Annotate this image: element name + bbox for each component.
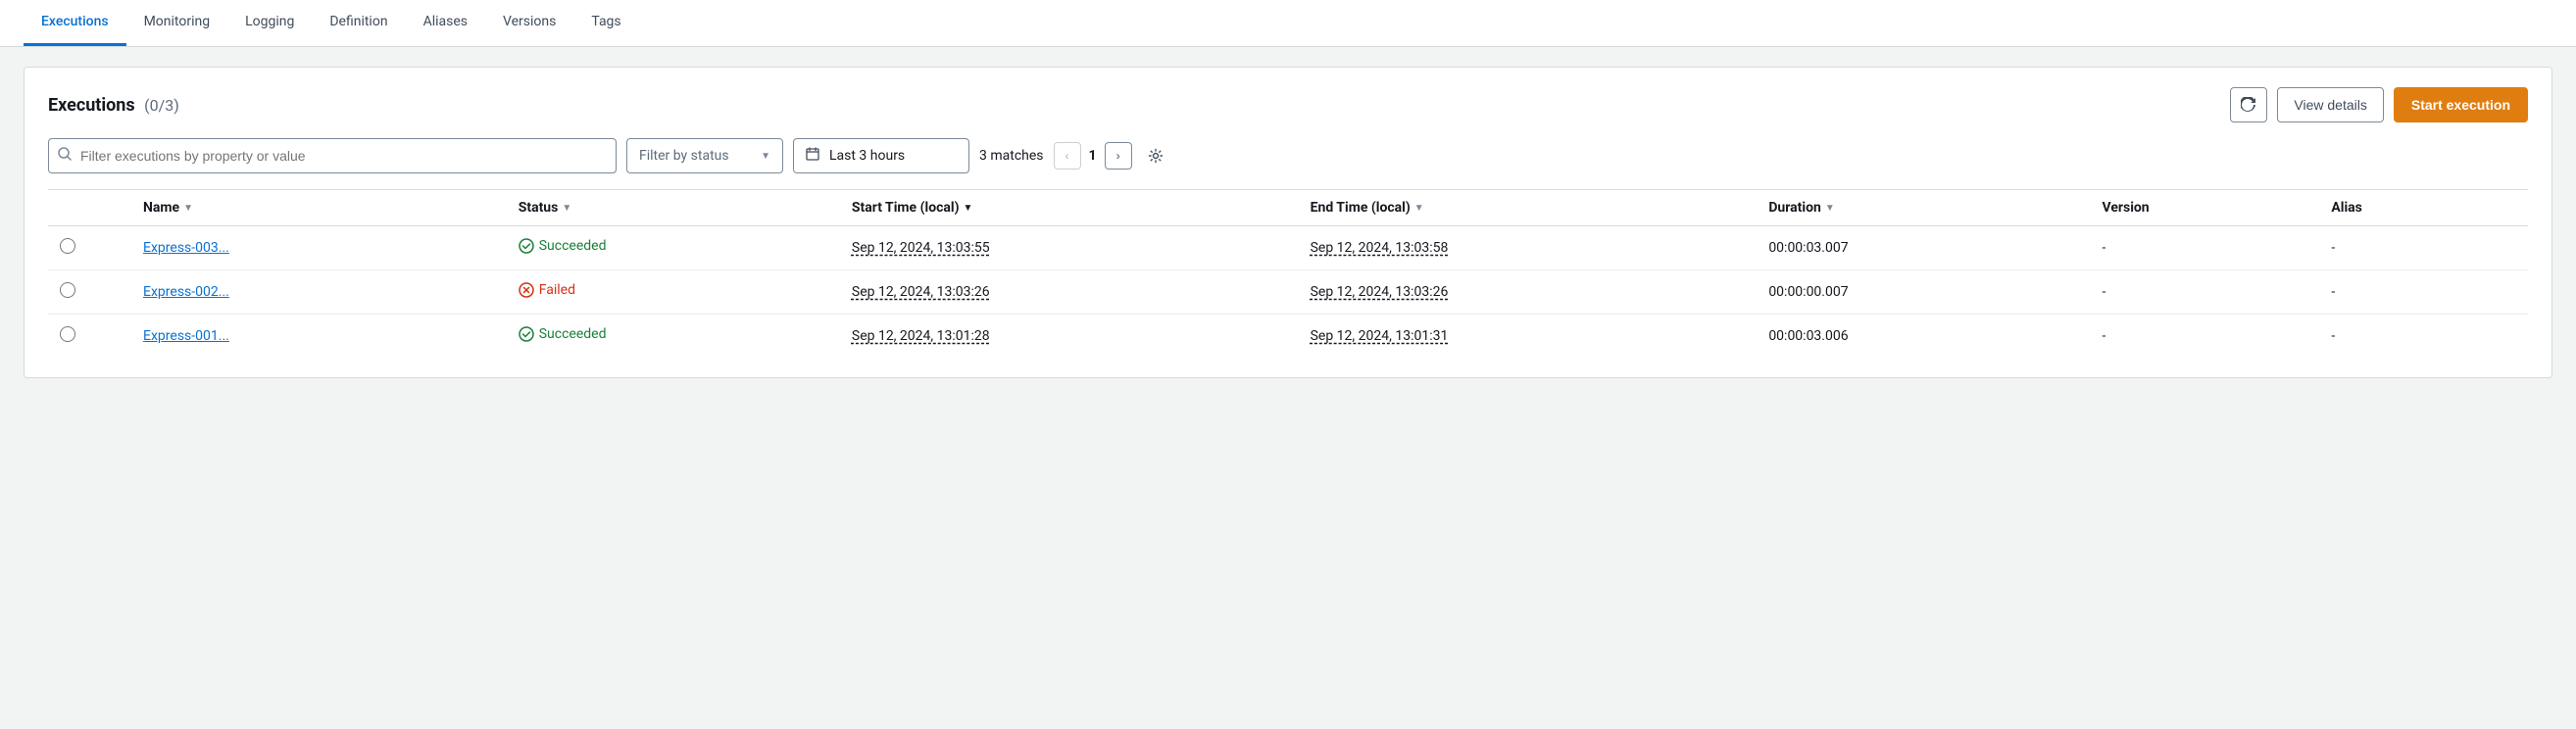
end-time: Sep 12, 2024, 13:03:58 [1311, 240, 1449, 256]
sort-name-icon: ▼ [183, 203, 193, 214]
col-header-alias: Alias [2319, 190, 2528, 226]
end-time: Sep 12, 2024, 13:01:31 [1311, 328, 1449, 344]
chevron-down-icon: ▼ [761, 151, 770, 162]
execution-name-link[interactable]: Express-002... [143, 284, 229, 300]
main-content: Executions (0/3) View details Start exec… [0, 47, 2576, 398]
search-input[interactable] [48, 138, 617, 173]
start-time: Sep 12, 2024, 13:03:55 [852, 240, 990, 256]
filter-time-dropdown[interactable]: Last 3 hours [793, 138, 969, 173]
col-end-label: End Time (local) [1311, 200, 1411, 216]
search-icon [58, 147, 72, 165]
filter-status-label: Filter by status [639, 148, 729, 164]
col-start-label: Start Time (local) [852, 200, 960, 216]
alias: - [2319, 226, 2528, 270]
search-wrapper [48, 138, 617, 173]
tab-definition[interactable]: Definition [312, 0, 405, 46]
time-filter-label: Last 3 hours [829, 148, 905, 164]
filter-row: Filter by status ▼ Last 3 hours 3 matche… [48, 138, 2528, 173]
status-succeeded: Succeeded [519, 238, 607, 254]
gear-icon [1148, 148, 1164, 164]
col-name-label: Name [143, 200, 179, 216]
alias: - [2319, 270, 2528, 315]
start-time: Sep 12, 2024, 13:03:26 [852, 284, 990, 300]
col-header-version: Version [2090, 190, 2319, 226]
col-duration-label: Duration [1768, 200, 1821, 216]
current-page: 1 [1085, 148, 1101, 164]
col-header-status[interactable]: Status ▼ [507, 190, 840, 226]
card-header: Executions (0/3) View details Start exec… [48, 87, 2528, 122]
table-row: Express-001... Succeeded Sep 12, 2024, 13… [48, 315, 2528, 359]
col-alias-label: Alias [2331, 200, 2362, 216]
refresh-icon [2241, 97, 2256, 113]
card-title: Executions [48, 95, 135, 116]
header-actions: View details Start execution [2230, 87, 2528, 122]
x-circle-icon [519, 282, 534, 298]
start-time: Sep 12, 2024, 13:01:28 [852, 328, 990, 344]
duration: 00:00:03.006 [1757, 315, 2090, 359]
version: - [2090, 315, 2319, 359]
version: - [2090, 270, 2319, 315]
start-execution-button[interactable]: Start execution [2394, 87, 2528, 122]
top-nav: Executions Monitoring Logging Definition… [0, 0, 2576, 47]
col-header-end[interactable]: End Time (local) ▼ [1299, 190, 1758, 226]
refresh-button[interactable] [2230, 87, 2267, 122]
version: - [2090, 226, 2319, 270]
card-title-area: Executions (0/3) [48, 95, 179, 116]
calendar-icon [806, 147, 819, 165]
duration: 00:00:00.007 [1757, 270, 2090, 315]
row-radio[interactable] [60, 282, 75, 298]
card-count: (0/3) [144, 96, 179, 115]
duration: 00:00:03.007 [1757, 226, 2090, 270]
row-radio[interactable] [60, 238, 75, 254]
tab-monitoring[interactable]: Monitoring [126, 0, 228, 46]
status-failed: Failed [519, 282, 575, 298]
filter-status-dropdown[interactable]: Filter by status ▼ [626, 138, 783, 173]
col-header-check [48, 190, 131, 226]
col-version-label: Version [2102, 200, 2149, 216]
pagination: ‹ 1 › [1054, 142, 1132, 170]
next-page-button[interactable]: › [1105, 142, 1132, 170]
alias: - [2319, 315, 2528, 359]
tab-versions[interactable]: Versions [485, 0, 573, 46]
execution-name-link[interactable]: Express-001... [143, 328, 229, 344]
sort-end-icon: ▼ [1414, 203, 1424, 214]
col-header-name[interactable]: Name ▼ [131, 190, 507, 226]
table-row: Express-002... Failed Sep 12, 2024, 13:03… [48, 270, 2528, 315]
col-status-label: Status [519, 200, 559, 216]
status-succeeded: Succeeded [519, 326, 607, 342]
view-details-button[interactable]: View details [2277, 87, 2383, 122]
table-row: Express-003... Succeeded Sep 12, 2024, 13… [48, 226, 2528, 270]
end-time: Sep 12, 2024, 13:03:26 [1311, 284, 1449, 300]
executions-card: Executions (0/3) View details Start exec… [24, 67, 2552, 378]
sort-start-icon: ▼ [964, 203, 973, 214]
execution-name-link[interactable]: Express-003... [143, 240, 229, 256]
col-header-start[interactable]: Start Time (local) ▼ [840, 190, 1299, 226]
tab-logging[interactable]: Logging [227, 0, 312, 46]
row-radio[interactable] [60, 326, 75, 342]
tab-aliases[interactable]: Aliases [406, 0, 485, 46]
prev-page-button[interactable]: ‹ [1054, 142, 1081, 170]
check-circle-icon [519, 238, 534, 254]
executions-table: Name ▼ Status ▼ Start Time (local) [48, 189, 2528, 358]
tab-executions[interactable]: Executions [24, 0, 126, 46]
matches-count: 3 matches [979, 148, 1044, 164]
col-header-duration[interactable]: Duration ▼ [1757, 190, 2090, 226]
sort-status-icon: ▼ [562, 203, 571, 214]
tab-tags[interactable]: Tags [573, 0, 638, 46]
table-settings-button[interactable] [1142, 142, 1169, 170]
check-circle-icon [519, 326, 534, 342]
sort-duration-icon: ▼ [1825, 203, 1835, 214]
